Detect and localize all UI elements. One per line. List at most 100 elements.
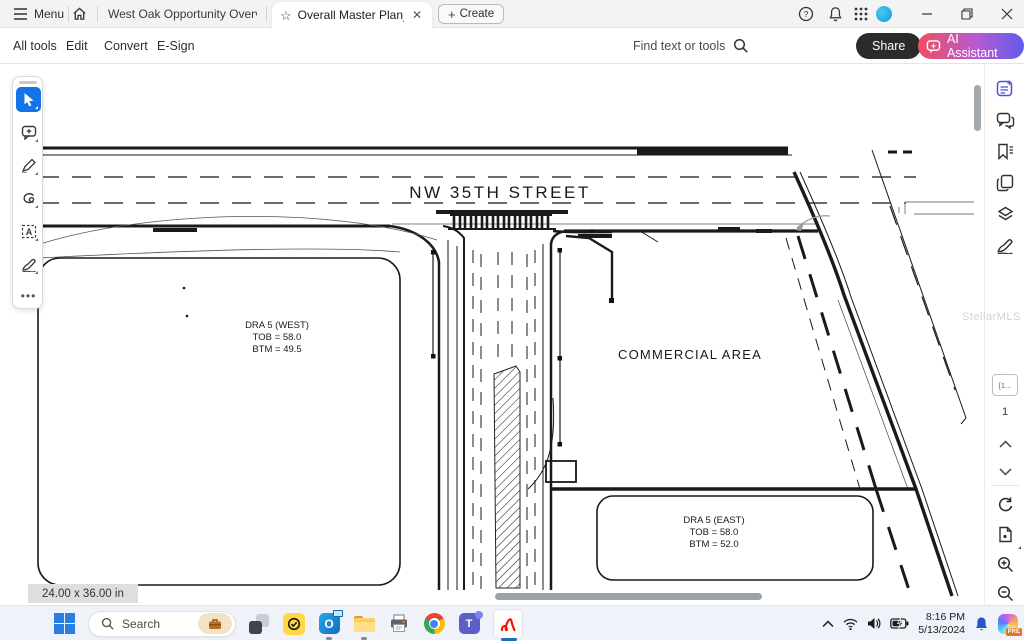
copilot-icon[interactable]: PRE <box>998 614 1018 634</box>
page-view-button[interactable] <box>993 522 1017 546</box>
apps-grid-button[interactable] <box>848 0 874 28</box>
notification-bell-icon[interactable] <box>974 616 989 632</box>
comments-icon <box>996 112 1015 129</box>
search-label: Search <box>122 617 190 631</box>
minimize-button[interactable] <box>912 0 942 28</box>
previous-page-button[interactable] <box>993 432 1017 456</box>
find-tools[interactable]: Find text or tools <box>633 28 749 64</box>
create-label: Create <box>460 8 495 20</box>
all-tools-menu[interactable]: All tools <box>13 28 57 64</box>
dra5-east-name: DRA 5 (EAST) <box>683 515 744 526</box>
dra5-west-tob: TOB = 58.0 <box>253 332 302 343</box>
taskbar-search[interactable]: Search <box>88 611 236 637</box>
menu-button[interactable]: Menu <box>13 0 64 28</box>
outlook-button[interactable]: O <box>317 611 341 637</box>
ai-chat-sparkle-icon <box>926 39 941 54</box>
restore-icon <box>961 8 973 20</box>
volume-icon[interactable] <box>867 617 881 630</box>
briefcase-icon[interactable] <box>198 613 232 634</box>
rotate-icon <box>997 496 1014 513</box>
zoom-out-icon <box>997 585 1014 602</box>
tray-expand-icon[interactable] <box>822 620 834 628</box>
home-button[interactable] <box>72 0 87 28</box>
more-dots-icon: ••• <box>21 294 37 298</box>
taskbar-clock[interactable]: 8:16 PM 5/13/2024 <box>918 611 965 637</box>
wifi-icon[interactable] <box>843 618 858 630</box>
ai-summary-icon <box>996 79 1015 98</box>
star-icon[interactable]: ☆ <box>280 9 292 22</box>
divider <box>266 6 267 22</box>
dra5-west-name: DRA 5 (WEST) <box>245 320 309 331</box>
account-avatar[interactable] <box>876 6 892 22</box>
acrobat-button[interactable] <box>492 611 524 637</box>
ai-assistant-label: AI Assistant <box>947 32 1012 60</box>
tab-master-plan[interactable]: ☆ Overall Master Plan_05... ✕ <box>272 2 432 28</box>
plus-icon: + <box>448 7 456 22</box>
ai-assistant-button[interactable]: AI Assistant <box>918 33 1024 59</box>
organize-pages-icon <box>996 174 1014 192</box>
file-explorer-button[interactable] <box>352 611 376 637</box>
titlebar: Menu West Oak Opportunity Overvie... ☆ O… <box>0 0 1024 28</box>
notifications-button[interactable] <box>822 0 848 28</box>
share-button[interactable]: Share <box>856 33 921 59</box>
draw-tool[interactable] <box>16 153 41 178</box>
divider <box>68 6 69 22</box>
signature-icon <box>996 237 1014 254</box>
layers-panel-button[interactable] <box>993 202 1017 226</box>
help-icon: ? <box>798 6 814 22</box>
fill-sign-tool[interactable] <box>16 252 41 277</box>
site-plan-drawing[interactable]: NW 35TH STREET DRA 5 (WEST) TOB = 58.0 B… <box>0 64 1024 605</box>
divider <box>991 485 1019 486</box>
comments-panel-button[interactable] <box>993 108 1017 132</box>
toolbar: All tools Edit Convert E-Sign Find text … <box>0 28 1024 64</box>
document-viewer: NW 35TH STREET DRA 5 (WEST) TOB = 58.0 B… <box>0 64 1024 605</box>
page-view-icon <box>998 526 1013 543</box>
bookmarks-panel-button[interactable] <box>993 139 1017 163</box>
palette-drag-handle[interactable] <box>19 81 37 84</box>
right-rail: [1... 1 <box>984 64 1024 605</box>
layers-icon <box>996 206 1015 223</box>
help-button[interactable]: ? <box>793 0 819 28</box>
edit-menu[interactable]: Edit <box>66 28 88 64</box>
chrome-button[interactable] <box>422 611 446 637</box>
page-count: 1 <box>985 406 1024 418</box>
battery-icon[interactable] <box>890 618 909 629</box>
home-icon <box>72 7 87 21</box>
convert-menu[interactable]: Convert <box>104 28 148 64</box>
vertical-scrollbar[interactable] <box>974 85 981 131</box>
minimize-icon <box>921 8 933 20</box>
create-button[interactable]: + Create <box>438 4 504 24</box>
horizontal-scrollbar[interactable] <box>495 593 762 600</box>
start-button[interactable] <box>54 613 75 634</box>
acrobat-icon <box>493 609 523 639</box>
next-page-button[interactable] <box>993 460 1017 484</box>
organize-pages-button[interactable] <box>993 171 1017 195</box>
date: 5/13/2024 <box>918 624 965 637</box>
task-view-button[interactable] <box>247 611 271 637</box>
lasso-tool[interactable] <box>16 186 41 211</box>
page-thumbnail-box[interactable]: [1... <box>992 374 1018 396</box>
chevron-down-icon <box>999 468 1012 476</box>
signature-panel-button[interactable] <box>993 233 1017 257</box>
teams-button[interactable]: T <box>457 611 481 637</box>
tab-west-oak[interactable]: West Oak Opportunity Overvie... <box>100 0 265 28</box>
zoom-out-button[interactable] <box>993 581 1017 605</box>
printer-app-button[interactable] <box>387 611 411 637</box>
add-comment-tool[interactable] <box>16 120 41 145</box>
rotate-page-button[interactable] <box>993 492 1017 516</box>
close-button[interactable] <box>992 0 1022 28</box>
restore-button[interactable] <box>952 0 982 28</box>
esign-menu[interactable]: E-Sign <box>157 28 195 64</box>
todo-app-button[interactable] <box>282 611 306 637</box>
hamburger-menu-icon <box>13 8 28 20</box>
select-tool[interactable] <box>16 87 41 112</box>
ai-summary-button[interactable] <box>993 76 1017 100</box>
zoom-in-button[interactable] <box>993 552 1017 576</box>
more-tools[interactable]: ••• <box>16 283 41 308</box>
close-tab-icon[interactable]: ✕ <box>410 8 424 22</box>
dra5-east-tob: TOB = 58.0 <box>690 527 739 538</box>
outlook-icon: O <box>319 613 340 634</box>
apps-grid-icon <box>854 7 868 21</box>
file-explorer-icon <box>354 616 375 632</box>
select-text-tool[interactable]: A <box>16 219 41 244</box>
